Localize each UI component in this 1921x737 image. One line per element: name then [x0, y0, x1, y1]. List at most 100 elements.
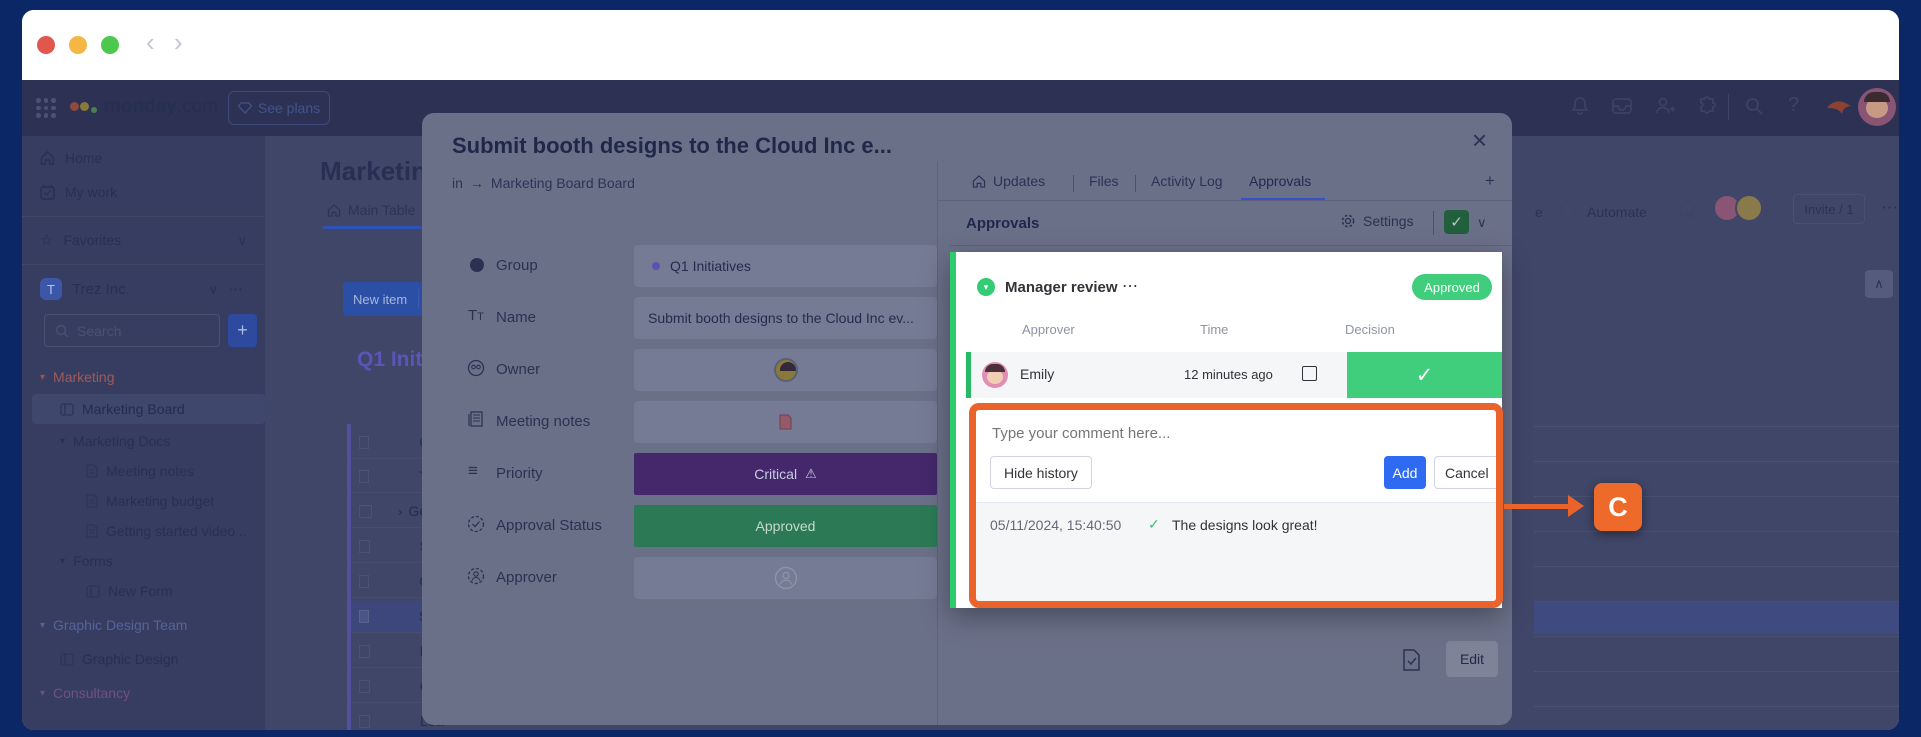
traffic-light-minimize[interactable]	[69, 36, 87, 54]
close-icon[interactable]: ×	[1472, 127, 1487, 153]
invite-button[interactable]: Invite / 1	[1793, 194, 1865, 224]
invite-members-icon[interactable]	[1654, 96, 1676, 116]
approver-avatar	[982, 362, 1008, 388]
nav-back-icon[interactable]: ‹	[146, 27, 155, 58]
tab-files[interactable]: Files	[1089, 173, 1119, 189]
breadcrumb[interactable]: in → Marketing Board Board	[452, 175, 635, 191]
approver-row-accent	[966, 352, 971, 398]
cancel-button[interactable]: Cancel	[1434, 456, 1500, 489]
automate-button[interactable]: Automate	[1587, 204, 1647, 220]
field-value-priority[interactable]: Critical ⚠	[634, 453, 937, 495]
row-checkbox[interactable]	[359, 470, 369, 483]
field-row-group: Group Q1 Initiatives	[452, 245, 937, 287]
tab-divider	[1135, 175, 1136, 192]
edit-button[interactable]: Edit	[1446, 641, 1498, 677]
chevron-down-icon[interactable]: ∨	[208, 283, 218, 296]
approvals-settings[interactable]: Settings	[1340, 213, 1414, 229]
sidebar-item-label: Getting started video ..	[106, 523, 256, 539]
review-menu-icon[interactable]: ⋯	[1122, 276, 1138, 296]
sidebar: Home My work ☆ Favorites ∨ T Trez Inc. ∨	[22, 136, 265, 730]
sidebar-item-consultancy[interactable]: ▾ Consultancy	[32, 680, 257, 706]
row-checkbox[interactable]	[359, 680, 370, 693]
priority-icon: ≡	[468, 461, 477, 481]
monday-logo-icon[interactable]	[70, 100, 100, 116]
sidebar-item-marketing-board[interactable]: Marketing Board	[32, 394, 265, 424]
tab-activity-log[interactable]: Activity Log	[1151, 173, 1223, 189]
sidebar-item-forms[interactable]: ▾ Forms	[32, 548, 257, 574]
tab-updates[interactable]: Updates	[972, 173, 1045, 189]
row-checkbox[interactable]	[359, 505, 372, 518]
modal-tabs: Updates Files Activity Log Approvals +	[937, 171, 1512, 201]
expand-icon[interactable]: ›	[398, 504, 402, 519]
scroll-up-button[interactable]: ∧	[1865, 270, 1893, 298]
tab-approvals[interactable]: Approvals	[1249, 173, 1311, 189]
chat-icon[interactable]	[1677, 200, 1697, 220]
field-value-text: Submit booth designs to the Cloud Inc ev…	[648, 310, 928, 326]
sidebar-item-graphic-design[interactable]: Graphic Design	[32, 646, 257, 672]
logo-bold: monday	[104, 96, 177, 117]
field-value-meeting-notes[interactable]	[634, 401, 937, 443]
board-icon	[60, 403, 74, 416]
integrate-label-clipped[interactable]: e	[1535, 204, 1543, 220]
sidebar-search-input[interactable]: Search	[44, 314, 220, 347]
notifications-bell-icon[interactable]	[1570, 96, 1590, 116]
breadcrumb-board[interactable]: Marketing Board Board	[491, 175, 635, 191]
approval-type-checkbox[interactable]: ✓	[1444, 210, 1469, 234]
sidebar-item-marketing-budget[interactable]: Marketing budget	[32, 488, 257, 514]
sidebar-item-my-work[interactable]: My work	[32, 178, 257, 206]
workspace-avatar: T	[40, 278, 62, 300]
field-value-group[interactable]: Q1 Initiatives	[634, 245, 937, 287]
field-value-owner[interactable]	[634, 349, 937, 391]
home-icon	[327, 204, 341, 217]
user-avatar[interactable]	[1858, 88, 1896, 126]
traffic-light-close[interactable]	[37, 36, 55, 54]
row-checkbox[interactable]	[359, 610, 369, 623]
apps-marketplace-icon[interactable]	[1698, 96, 1718, 116]
traffic-light-zoom[interactable]	[101, 36, 119, 54]
field-value-approver[interactable]	[634, 557, 937, 599]
inbox-icon[interactable]	[1612, 97, 1632, 115]
search-icon[interactable]	[1744, 96, 1764, 116]
sidebar-item-favorites[interactable]: ☆ Favorites ∨	[32, 226, 257, 254]
nav-forward-icon[interactable]: ›	[174, 27, 183, 58]
comment-bubble-icon[interactable]	[1302, 366, 1317, 381]
sidebar-item-marketing-docs[interactable]: ▾ Marketing Docs	[32, 428, 257, 454]
item-doc-icon[interactable]	[1402, 649, 1421, 671]
sidebar-item-label: Graphic Design	[82, 651, 179, 667]
board-more-icon[interactable]: ⋯	[1881, 198, 1898, 218]
see-plans-button[interactable]: See plans	[228, 91, 330, 125]
row-checkbox[interactable]	[359, 575, 369, 588]
workspace-menu-icon[interactable]: ⋯	[228, 280, 243, 298]
sidebar-add-button[interactable]: +	[228, 314, 257, 347]
board-icon	[86, 585, 100, 598]
sidebar-item-getting-started-video[interactable]: Getting started video ..	[32, 518, 257, 544]
tabs-bottom-border	[937, 200, 1512, 201]
add-button[interactable]: Add	[1384, 456, 1426, 489]
row-checkbox[interactable]	[359, 645, 370, 658]
sidebar-item-graphic-design-team[interactable]: ▾ Graphic Design Team	[32, 612, 257, 638]
sidebar-item-meeting-notes[interactable]: Meeting notes	[32, 458, 257, 484]
sidebar-item-home[interactable]: Home	[32, 144, 257, 172]
tab-main-table[interactable]: Main Table	[327, 202, 415, 218]
member-avatar[interactable]	[1735, 194, 1763, 222]
field-value-name[interactable]: Submit booth designs to the Cloud Inc ev…	[634, 297, 937, 339]
add-tab-button[interactable]: +	[1485, 171, 1495, 191]
hide-history-button[interactable]: Hide history	[990, 456, 1092, 489]
review-collapse-icon[interactable]: ▾	[977, 278, 995, 296]
table-grid-right	[1534, 426, 1899, 730]
approver-row[interactable]: Emily 12 minutes ago ✓	[966, 352, 1502, 398]
monday-logo-text[interactable]: monday.com	[104, 96, 218, 118]
help-icon[interactable]: ?	[1788, 94, 1799, 117]
caret-down-icon: ▾	[60, 436, 65, 447]
chevron-down-icon[interactable]: ∨	[1477, 216, 1487, 229]
workspace-row[interactable]: T Trez Inc. ∨ ⋯	[32, 274, 257, 304]
apps-grid-icon[interactable]	[36, 98, 56, 118]
row-checkbox[interactable]	[359, 715, 370, 728]
sidebar-item-marketing[interactable]: ▾ Marketing	[32, 364, 257, 390]
field-value-approval-status[interactable]: Approved	[634, 505, 937, 547]
decision-cell[interactable]: ✓	[1347, 352, 1502, 398]
row-checkbox[interactable]	[359, 436, 369, 449]
sidebar-item-new-form[interactable]: New Form	[32, 578, 257, 604]
comment-input[interactable]	[990, 418, 1470, 448]
row-checkbox[interactable]	[359, 540, 370, 553]
